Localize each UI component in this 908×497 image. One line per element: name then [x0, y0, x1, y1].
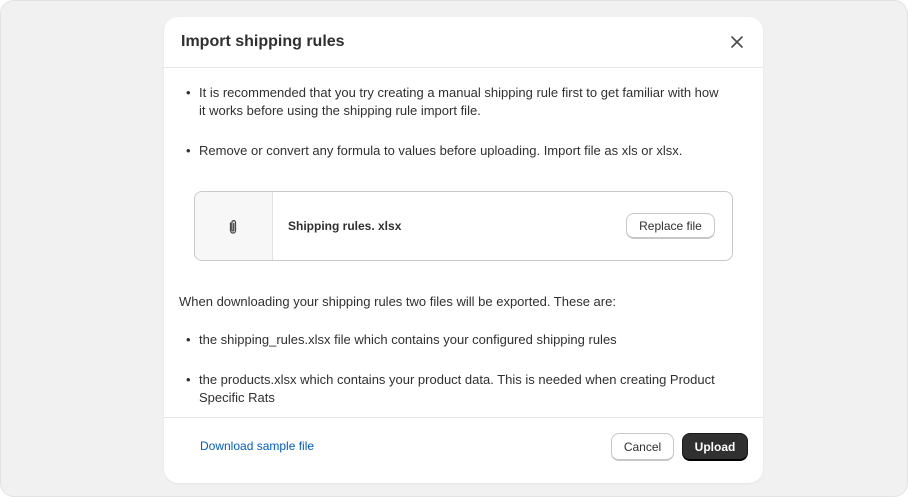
- export-item-line: the products.xlsx which contains your pr…: [199, 372, 715, 387]
- download-sample-file-link[interactable]: Download sample file: [200, 439, 314, 453]
- instruction-text: It is recommended that you try creating …: [199, 84, 719, 120]
- bullet-dot: •: [186, 85, 191, 100]
- replace-file-button[interactable]: Replace file: [626, 213, 715, 239]
- modal-footer: Download sample file Cancel Upload: [164, 417, 763, 483]
- modal-header: Import shipping rules: [164, 17, 763, 68]
- bullet-dot: •: [186, 332, 191, 347]
- instruction-line: it works before using the shipping rule …: [199, 103, 481, 118]
- file-name: Shipping rules. xlsx: [288, 219, 402, 233]
- close-button[interactable]: [729, 34, 745, 50]
- upload-button[interactable]: Upload: [682, 433, 748, 461]
- import-shipping-rules-modal: Import shipping rules • It is recommende…: [164, 17, 763, 483]
- export-item-text: the shipping_rules.xlsx file which conta…: [199, 332, 617, 347]
- close-icon: [731, 36, 743, 48]
- bullet-dot: •: [186, 143, 191, 158]
- modal-title: Import shipping rules: [181, 33, 345, 50]
- export-item-text: the products.xlsx which contains your pr…: [199, 371, 715, 407]
- bullet-dot: •: [186, 372, 191, 387]
- export-intro: When downloading your shipping rules two…: [179, 294, 616, 309]
- paperclip-icon: [229, 220, 237, 234]
- file-icon-box: [195, 192, 273, 260]
- instruction-line: It is recommended that you try creating …: [199, 85, 719, 100]
- cancel-button[interactable]: Cancel: [611, 433, 674, 461]
- instruction-text: Remove or convert any formula to values …: [199, 143, 683, 158]
- uploaded-file-card: Shipping rules. xlsx Replace file: [194, 191, 733, 261]
- export-item-line: Specific Rats: [199, 390, 275, 405]
